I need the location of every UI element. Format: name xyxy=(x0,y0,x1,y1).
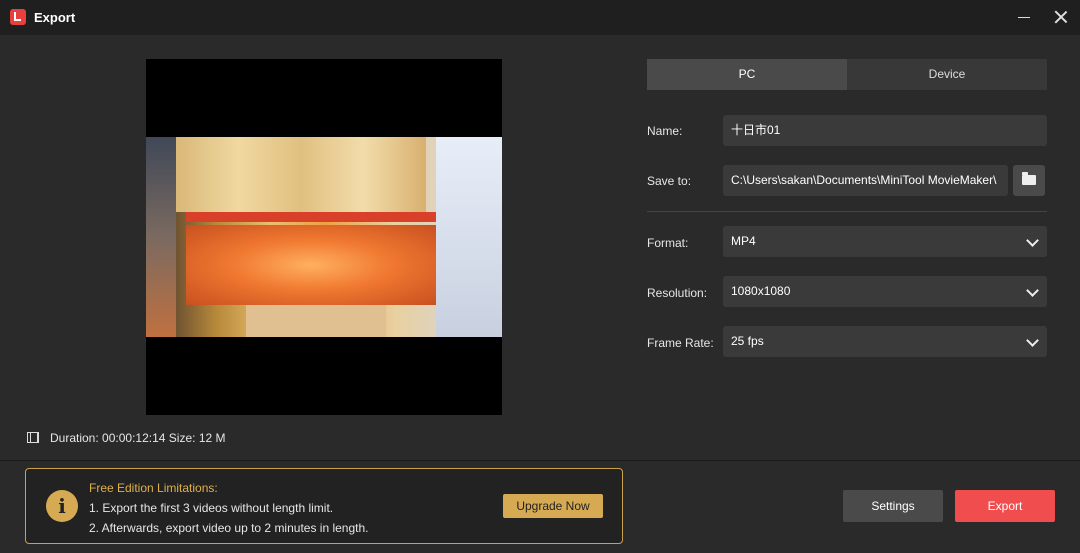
name-field[interactable]: 十日市01 xyxy=(723,115,1047,146)
limitations-title: Free Edition Limitations: xyxy=(89,481,218,495)
duration-label: Duration: xyxy=(50,431,99,445)
format-select[interactable]: MP4 xyxy=(723,226,1047,257)
frame-rate-label: Frame Rate: xyxy=(647,336,714,350)
upgrade-now-button[interactable]: Upgrade Now xyxy=(503,494,603,518)
duration-value: 00:00:12:14 xyxy=(102,431,166,445)
film-icon xyxy=(27,432,39,443)
chevron-down-icon xyxy=(1026,284,1039,297)
settings-button[interactable]: Settings xyxy=(843,490,943,522)
resolution-label: Resolution: xyxy=(647,286,708,300)
format-value: MP4 xyxy=(731,234,756,248)
limitations-line-1: 1. Export the first 3 videos without len… xyxy=(89,501,334,515)
save-path-field[interactable]: C:\Users\sakan\Documents\MiniTool MovieM… xyxy=(723,165,1008,196)
tab-device[interactable]: Device xyxy=(847,59,1047,90)
browse-folder-button[interactable] xyxy=(1013,165,1045,196)
export-button[interactable]: Export xyxy=(955,490,1055,522)
frame-rate-value: 25 fps xyxy=(731,334,764,348)
folder-icon xyxy=(1022,172,1036,185)
title-bar: Export xyxy=(0,0,1080,35)
video-preview xyxy=(146,59,502,415)
chevron-down-icon xyxy=(1026,334,1039,347)
resolution-value: 1080x1080 xyxy=(731,284,791,298)
free-edition-notice: i Free Edition Limitations: 1. Export th… xyxy=(25,468,623,544)
save-to-label: Save to: xyxy=(647,174,692,188)
chevron-down-icon xyxy=(1026,234,1039,247)
name-label: Name: xyxy=(647,124,683,138)
export-target-tabs: PC Device xyxy=(647,59,1047,90)
close-icon[interactable] xyxy=(1054,10,1068,24)
size-label: Size: xyxy=(168,431,196,445)
size-value: 12 M xyxy=(198,431,226,445)
divider xyxy=(647,211,1047,212)
window-title: Export xyxy=(34,10,76,25)
video-frame-image xyxy=(146,137,502,337)
format-label: Format: xyxy=(647,236,689,250)
minimize-icon[interactable] xyxy=(1018,17,1030,18)
frame-rate-select[interactable]: 25 fps xyxy=(723,326,1047,357)
resolution-select[interactable]: 1080x1080 xyxy=(723,276,1047,307)
footer-divider xyxy=(0,460,1080,461)
limitations-line-2: 2. Afterwards, export video up to 2 minu… xyxy=(89,521,369,535)
tab-pc[interactable]: PC xyxy=(647,59,847,90)
app-logo-icon xyxy=(10,9,26,25)
info-icon: i xyxy=(46,490,78,522)
